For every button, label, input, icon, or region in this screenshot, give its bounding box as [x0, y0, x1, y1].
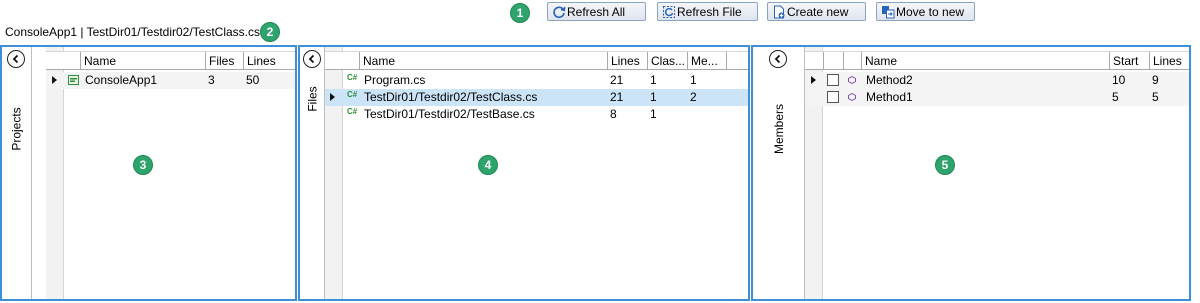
table-row[interactable]: C# TestDir01/Testdir02/TestBase.cs 8 1	[325, 106, 748, 123]
file-name-cell: Program.cs	[364, 73, 426, 87]
callout-marker-3: 3	[133, 155, 153, 175]
current-row-indicator-icon	[52, 76, 57, 84]
member-select-checkbox[interactable]	[827, 91, 839, 103]
member-lines-cell: 9	[1152, 73, 1159, 87]
column-header-lines[interactable]: Lines	[243, 52, 295, 70]
column-header-lines[interactable]: Lines	[1149, 52, 1189, 70]
csharp-file-icon: C#	[347, 90, 358, 99]
member-start-cell: 5	[1112, 90, 1119, 104]
column-header-lines[interactable]: Lines	[607, 52, 647, 70]
column-header-checkbox	[823, 52, 843, 70]
current-row-indicator-icon	[330, 93, 335, 101]
table-row[interactable]: Method1 5 5	[805, 89, 1189, 106]
members-side-strip: Members	[753, 47, 805, 299]
members-grid: Name Start Lines Method2 10 9 Method1 5 …	[805, 47, 1189, 299]
table-row[interactable]: Method2 10 9	[805, 72, 1189, 89]
member-name-cell: Method2	[866, 73, 913, 87]
column-header-name[interactable]: Name	[80, 52, 205, 70]
projects-panel-title: Projects	[10, 107, 25, 151]
project-lines-cell: 50	[246, 73, 260, 87]
files-side-strip: Files	[300, 47, 325, 299]
callout-marker-5: 5	[935, 155, 955, 175]
members-panel-title: Members	[771, 103, 786, 155]
column-header-files[interactable]: Files	[205, 52, 243, 70]
projects-side-strip: Projects	[2, 47, 32, 299]
method-icon	[848, 76, 856, 84]
current-path-label: ConsoleApp1 | TestDir01/Testdir02/TestCl…	[5, 25, 261, 39]
files-grid-header: Name Lines Clas... Me...	[325, 51, 748, 70]
column-header-start[interactable]: Start	[1109, 52, 1149, 70]
member-start-cell: 10	[1112, 73, 1126, 87]
chevron-left-icon	[774, 54, 781, 64]
current-row-indicator-icon	[811, 76, 816, 84]
move-to-new-button[interactable]: Move to new	[876, 2, 975, 21]
file-classes-cell: 1	[650, 107, 657, 121]
project-name-cell: ConsoleApp1	[85, 73, 158, 87]
refresh-icon	[553, 5, 566, 18]
column-header-name[interactable]: Name	[861, 52, 1109, 70]
csharp-file-icon: C#	[347, 107, 358, 116]
callout-marker-1: 1	[510, 3, 530, 23]
file-classes-cell: 1	[650, 73, 657, 87]
move-file-icon	[882, 5, 895, 18]
members-collapse-button[interactable]	[769, 50, 787, 68]
file-classes-cell: 1	[650, 90, 657, 104]
file-members-cell: 2	[690, 90, 697, 104]
file-name-cell: TestDir01/Testdir02/TestBase.cs	[364, 107, 535, 121]
chevron-left-icon	[12, 54, 19, 64]
csharp-file-icon: C#	[347, 73, 358, 82]
members-panel: Members Name Start Lines Method2 10 9 Me…	[751, 45, 1191, 301]
members-grid-header: Name Start Lines	[805, 51, 1189, 70]
move-to-new-label: Move to new	[896, 4, 965, 19]
column-header-classes[interactable]: Clas...	[647, 52, 687, 70]
create-new-button[interactable]: Create new	[767, 2, 866, 21]
file-members-cell: 1	[690, 73, 697, 87]
refresh-all-button[interactable]: Refresh All	[547, 2, 646, 21]
member-lines-cell: 5	[1152, 90, 1159, 104]
file-members-cell	[687, 106, 727, 123]
refresh-file-icon	[663, 5, 675, 18]
projects-collapse-button[interactable]	[7, 50, 25, 68]
table-row[interactable]: ConsoleApp1 3 50	[46, 72, 295, 89]
column-header-members[interactable]: Me...	[687, 52, 727, 70]
file-lines-cell: 21	[610, 73, 624, 87]
new-file-icon	[774, 5, 785, 18]
projects-grid-header: Name Files Lines	[46, 51, 295, 70]
file-lines-cell: 21	[610, 90, 624, 104]
refresh-file-button[interactable]: Refresh File	[657, 2, 758, 21]
table-row-selected[interactable]: C# TestDir01/Testdir02/TestClass.cs 21 1…	[325, 89, 748, 106]
column-header-name[interactable]: Name	[359, 52, 607, 70]
project-icon	[68, 75, 79, 85]
refresh-all-label: Refresh All	[567, 4, 626, 19]
create-new-label: Create new	[787, 4, 849, 19]
files-grid: Name Lines Clas... Me... C# Program.cs 2…	[325, 47, 748, 299]
method-icon	[848, 93, 856, 101]
project-files-cell: 3	[208, 73, 215, 87]
file-lines-cell: 8	[610, 107, 617, 121]
member-name-cell: Method1	[866, 90, 913, 104]
table-row[interactable]: C# Program.cs 21 1 1	[325, 72, 748, 89]
files-panel: Files Name Lines Clas... Me... C# Progra…	[298, 45, 750, 301]
refresh-file-label: Refresh File	[677, 4, 742, 19]
projects-grid: Name Files Lines ConsoleApp1 3 50	[46, 47, 295, 299]
callout-marker-2: 2	[260, 22, 280, 42]
member-select-checkbox[interactable]	[827, 74, 839, 86]
projects-panel: Projects Name Files Lines ConsoleApp1 3 …	[0, 45, 297, 301]
files-panel-title: Files	[305, 86, 320, 112]
callout-marker-4: 4	[478, 155, 498, 175]
column-header-icon	[843, 52, 861, 70]
file-name-cell: TestDir01/Testdir02/TestClass.cs	[364, 90, 538, 104]
